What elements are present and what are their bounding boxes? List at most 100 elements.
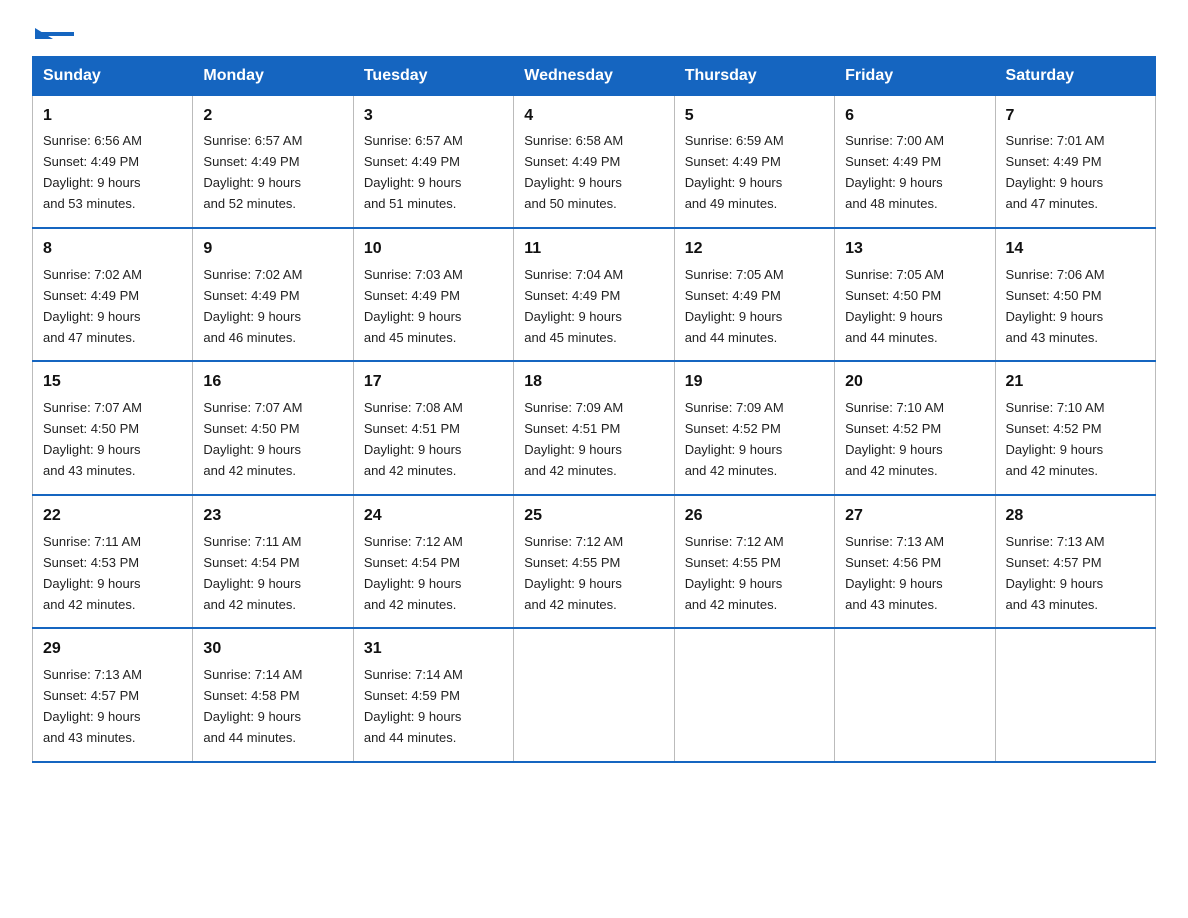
day-info: Sunrise: 6:57 AMSunset: 4:49 PMDaylight:… — [203, 133, 302, 211]
calendar-week-row: 8 Sunrise: 7:02 AMSunset: 4:49 PMDayligh… — [33, 228, 1156, 361]
day-info: Sunrise: 7:02 AMSunset: 4:49 PMDaylight:… — [43, 267, 142, 345]
weekday-header: Thursday — [674, 56, 834, 95]
calendar-cell: 7 Sunrise: 7:01 AMSunset: 4:49 PMDayligh… — [995, 95, 1155, 228]
calendar-cell: 8 Sunrise: 7:02 AMSunset: 4:49 PMDayligh… — [33, 228, 193, 361]
day-info: Sunrise: 6:58 AMSunset: 4:49 PMDaylight:… — [524, 133, 623, 211]
day-info: Sunrise: 7:08 AMSunset: 4:51 PMDaylight:… — [364, 400, 463, 478]
day-info: Sunrise: 7:11 AMSunset: 4:53 PMDaylight:… — [43, 534, 141, 612]
calendar-cell: 6 Sunrise: 7:00 AMSunset: 4:49 PMDayligh… — [835, 95, 995, 228]
day-info: Sunrise: 6:56 AMSunset: 4:49 PMDaylight:… — [43, 133, 142, 211]
calendar-cell: 4 Sunrise: 6:58 AMSunset: 4:49 PMDayligh… — [514, 95, 674, 228]
calendar-cell: 30 Sunrise: 7:14 AMSunset: 4:58 PMDaylig… — [193, 628, 353, 761]
weekday-header-row: SundayMondayTuesdayWednesdayThursdayFrid… — [33, 56, 1156, 95]
weekday-header: Monday — [193, 56, 353, 95]
day-number: 13 — [845, 237, 984, 262]
calendar-table: SundayMondayTuesdayWednesdayThursdayFrid… — [32, 56, 1156, 763]
day-number: 23 — [203, 504, 342, 529]
calendar-cell: 25 Sunrise: 7:12 AMSunset: 4:55 PMDaylig… — [514, 495, 674, 628]
day-info: Sunrise: 7:00 AMSunset: 4:49 PMDaylight:… — [845, 133, 944, 211]
weekday-header: Tuesday — [353, 56, 513, 95]
calendar-cell — [835, 628, 995, 761]
calendar-cell: 21 Sunrise: 7:10 AMSunset: 4:52 PMDaylig… — [995, 361, 1155, 494]
day-number: 11 — [524, 237, 663, 262]
day-info: Sunrise: 6:57 AMSunset: 4:49 PMDaylight:… — [364, 133, 463, 211]
calendar-cell: 2 Sunrise: 6:57 AMSunset: 4:49 PMDayligh… — [193, 95, 353, 228]
day-number: 3 — [364, 104, 503, 129]
day-info: Sunrise: 7:06 AMSunset: 4:50 PMDaylight:… — [1006, 267, 1105, 345]
calendar-cell — [674, 628, 834, 761]
calendar-cell: 20 Sunrise: 7:10 AMSunset: 4:52 PMDaylig… — [835, 361, 995, 494]
day-number: 2 — [203, 104, 342, 129]
day-number: 10 — [364, 237, 503, 262]
day-number: 4 — [524, 104, 663, 129]
calendar-cell: 9 Sunrise: 7:02 AMSunset: 4:49 PMDayligh… — [193, 228, 353, 361]
calendar-cell — [514, 628, 674, 761]
calendar-cell: 12 Sunrise: 7:05 AMSunset: 4:49 PMDaylig… — [674, 228, 834, 361]
day-number: 8 — [43, 237, 182, 262]
day-number: 12 — [685, 237, 824, 262]
calendar-cell: 14 Sunrise: 7:06 AMSunset: 4:50 PMDaylig… — [995, 228, 1155, 361]
day-number: 22 — [43, 504, 182, 529]
calendar-cell: 22 Sunrise: 7:11 AMSunset: 4:53 PMDaylig… — [33, 495, 193, 628]
calendar-cell: 16 Sunrise: 7:07 AMSunset: 4:50 PMDaylig… — [193, 361, 353, 494]
day-number: 9 — [203, 237, 342, 262]
day-number: 6 — [845, 104, 984, 129]
day-info: Sunrise: 7:11 AMSunset: 4:54 PMDaylight:… — [203, 534, 301, 612]
day-info: Sunrise: 7:07 AMSunset: 4:50 PMDaylight:… — [203, 400, 302, 478]
day-number: 29 — [43, 637, 182, 662]
day-number: 16 — [203, 370, 342, 395]
day-number: 26 — [685, 504, 824, 529]
day-number: 28 — [1006, 504, 1145, 529]
page-header — [32, 24, 1156, 38]
weekday-header: Saturday — [995, 56, 1155, 95]
day-number: 17 — [364, 370, 503, 395]
day-number: 31 — [364, 637, 503, 662]
day-info: Sunrise: 7:07 AMSunset: 4:50 PMDaylight:… — [43, 400, 142, 478]
calendar-cell: 28 Sunrise: 7:13 AMSunset: 4:57 PMDaylig… — [995, 495, 1155, 628]
day-number: 7 — [1006, 104, 1145, 129]
calendar-cell: 18 Sunrise: 7:09 AMSunset: 4:51 PMDaylig… — [514, 361, 674, 494]
day-info: Sunrise: 7:13 AMSunset: 4:57 PMDaylight:… — [1006, 534, 1105, 612]
calendar-cell: 29 Sunrise: 7:13 AMSunset: 4:57 PMDaylig… — [33, 628, 193, 761]
calendar-cell — [995, 628, 1155, 761]
day-number: 20 — [845, 370, 984, 395]
calendar-cell: 24 Sunrise: 7:12 AMSunset: 4:54 PMDaylig… — [353, 495, 513, 628]
weekday-header: Sunday — [33, 56, 193, 95]
day-info: Sunrise: 7:12 AMSunset: 4:55 PMDaylight:… — [685, 534, 784, 612]
calendar-cell: 17 Sunrise: 7:08 AMSunset: 4:51 PMDaylig… — [353, 361, 513, 494]
calendar-cell: 13 Sunrise: 7:05 AMSunset: 4:50 PMDaylig… — [835, 228, 995, 361]
calendar-cell: 27 Sunrise: 7:13 AMSunset: 4:56 PMDaylig… — [835, 495, 995, 628]
day-info: Sunrise: 7:12 AMSunset: 4:55 PMDaylight:… — [524, 534, 623, 612]
day-info: Sunrise: 7:05 AMSunset: 4:50 PMDaylight:… — [845, 267, 944, 345]
calendar-cell: 3 Sunrise: 6:57 AMSunset: 4:49 PMDayligh… — [353, 95, 513, 228]
calendar-week-row: 1 Sunrise: 6:56 AMSunset: 4:49 PMDayligh… — [33, 95, 1156, 228]
day-info: Sunrise: 7:01 AMSunset: 4:49 PMDaylight:… — [1006, 133, 1105, 211]
calendar-cell: 1 Sunrise: 6:56 AMSunset: 4:49 PMDayligh… — [33, 95, 193, 228]
weekday-header: Wednesday — [514, 56, 674, 95]
calendar-week-row: 22 Sunrise: 7:11 AMSunset: 4:53 PMDaylig… — [33, 495, 1156, 628]
day-number: 14 — [1006, 237, 1145, 262]
day-info: Sunrise: 7:13 AMSunset: 4:57 PMDaylight:… — [43, 667, 142, 745]
day-info: Sunrise: 6:59 AMSunset: 4:49 PMDaylight:… — [685, 133, 784, 211]
day-info: Sunrise: 7:13 AMSunset: 4:56 PMDaylight:… — [845, 534, 944, 612]
calendar-week-row: 15 Sunrise: 7:07 AMSunset: 4:50 PMDaylig… — [33, 361, 1156, 494]
day-info: Sunrise: 7:09 AMSunset: 4:51 PMDaylight:… — [524, 400, 623, 478]
calendar-cell: 19 Sunrise: 7:09 AMSunset: 4:52 PMDaylig… — [674, 361, 834, 494]
day-info: Sunrise: 7:12 AMSunset: 4:54 PMDaylight:… — [364, 534, 463, 612]
calendar-cell: 11 Sunrise: 7:04 AMSunset: 4:49 PMDaylig… — [514, 228, 674, 361]
calendar-cell: 10 Sunrise: 7:03 AMSunset: 4:49 PMDaylig… — [353, 228, 513, 361]
calendar-cell: 15 Sunrise: 7:07 AMSunset: 4:50 PMDaylig… — [33, 361, 193, 494]
calendar-cell: 5 Sunrise: 6:59 AMSunset: 4:49 PMDayligh… — [674, 95, 834, 228]
weekday-header: Friday — [835, 56, 995, 95]
day-info: Sunrise: 7:10 AMSunset: 4:52 PMDaylight:… — [845, 400, 944, 478]
day-info: Sunrise: 7:05 AMSunset: 4:49 PMDaylight:… — [685, 267, 784, 345]
day-info: Sunrise: 7:04 AMSunset: 4:49 PMDaylight:… — [524, 267, 623, 345]
day-info: Sunrise: 7:10 AMSunset: 4:52 PMDaylight:… — [1006, 400, 1105, 478]
day-number: 21 — [1006, 370, 1145, 395]
day-info: Sunrise: 7:09 AMSunset: 4:52 PMDaylight:… — [685, 400, 784, 478]
calendar-cell: 31 Sunrise: 7:14 AMSunset: 4:59 PMDaylig… — [353, 628, 513, 761]
calendar-cell: 23 Sunrise: 7:11 AMSunset: 4:54 PMDaylig… — [193, 495, 353, 628]
day-info: Sunrise: 7:03 AMSunset: 4:49 PMDaylight:… — [364, 267, 463, 345]
day-number: 27 — [845, 504, 984, 529]
day-number: 18 — [524, 370, 663, 395]
